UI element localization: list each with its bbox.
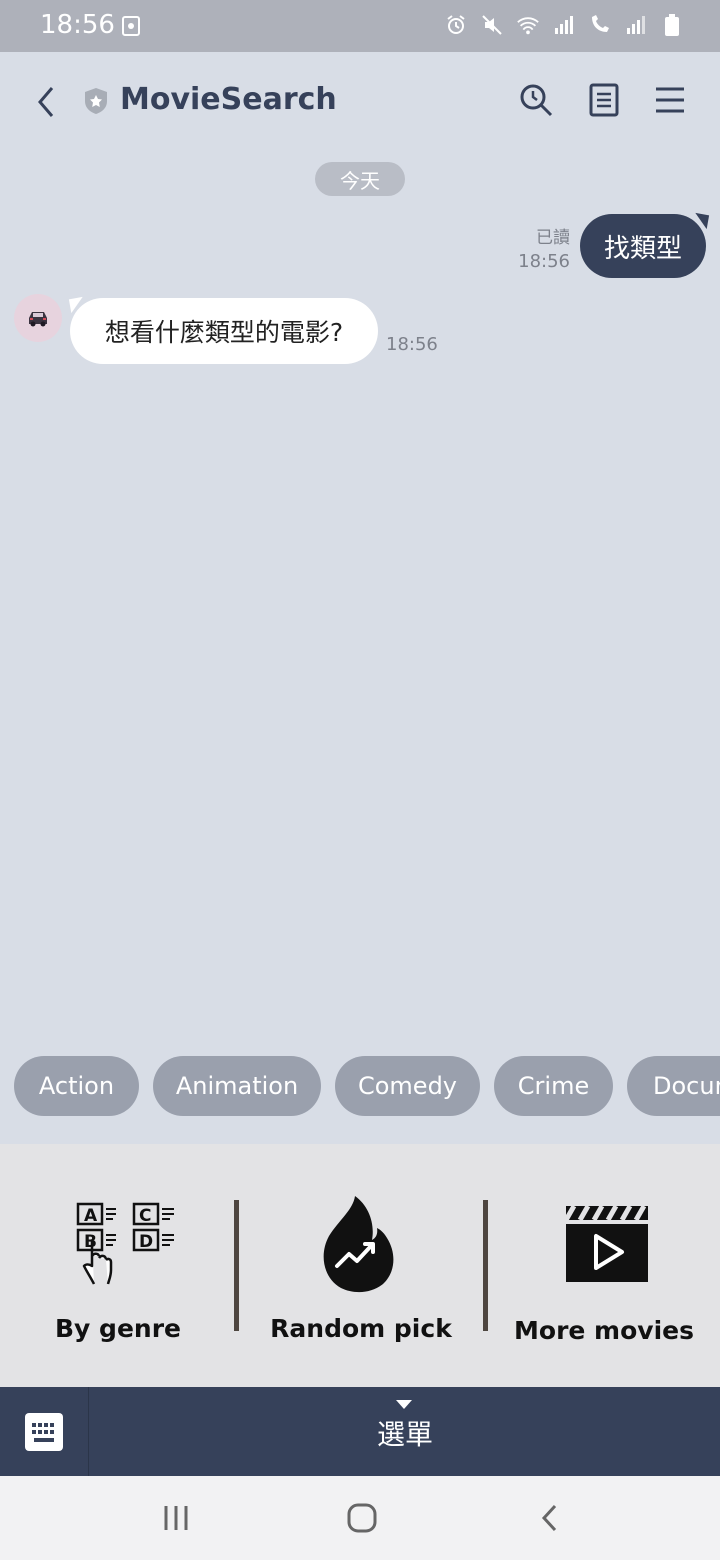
keyboard-button[interactable] [0,1387,89,1476]
date-divider: 今天 [315,162,405,196]
quick-reply-crime[interactable]: Crime [494,1056,613,1116]
recent-apps-icon [164,1506,188,1530]
battery-icon [660,12,684,38]
quick-reply-animation[interactable]: Animation [153,1056,321,1116]
bot-avatar[interactable] [14,294,62,342]
alarm-icon [444,12,468,38]
rich-menu-by-genre[interactable]: A C B D By genre [0,1144,236,1387]
svg-text:B: B [84,1232,97,1252]
menu-button[interactable] [650,80,690,120]
signal-icon [552,12,576,38]
chat-title: MovieSearch [120,82,337,117]
clapperboard-play-icon [564,1204,648,1282]
back-icon [541,1504,557,1532]
rich-menu: A C B D By genre Random pick More movies [0,1144,720,1387]
hamburger-icon [656,87,684,113]
note-icon [589,83,619,117]
recent-apps-button[interactable] [154,1498,198,1538]
quick-reply-action[interactable]: Action [14,1056,139,1116]
system-back-button[interactable] [528,1498,572,1538]
quick-reply-comedy[interactable]: Comedy [335,1056,480,1116]
genre-letter-grid-icon: A C B D [76,1202,174,1285]
menu-toggle-button[interactable]: 選單 [330,1413,480,1453]
chevron-left-icon [38,87,54,117]
search-icon [520,84,553,117]
read-receipt: 已讀 [536,228,570,248]
svg-text:D: D [139,1232,153,1252]
status-icons [444,12,684,38]
chat-header: MovieSearch [0,52,720,152]
status-bar: 18:56 [0,0,720,52]
svg-text:A: A [84,1206,98,1226]
car-icon [29,312,47,327]
outgoing-message[interactable]: 找類型 [580,214,706,278]
system-nav-bar [0,1476,720,1560]
menu-bar: 選單 [0,1387,720,1476]
rich-menu-random-pick[interactable]: Random pick [239,1144,483,1387]
wifi-icon [516,12,540,38]
mute-icon [480,12,504,38]
notification-icon [122,16,140,36]
incoming-time: 18:56 [386,334,438,355]
back-button[interactable] [28,82,64,122]
home-button[interactable] [340,1498,384,1538]
keyboard-icon [25,1412,63,1451]
flame-trend-icon [323,1196,394,1293]
incoming-message[interactable]: 想看什麼類型的電影? [70,298,378,364]
outgoing-meta: 已讀 18:56 [518,226,570,274]
search-button[interactable] [516,80,556,120]
rich-menu-label: Random pick [270,1314,452,1343]
rich-menu-label: More movies [514,1316,694,1345]
svg-text:C: C [139,1206,151,1226]
quick-reply-documentary[interactable]: Documentary [627,1056,720,1116]
rich-menu-label: By genre [55,1314,181,1343]
outgoing-time: 18:56 [518,251,570,272]
wifi-call-icon [588,12,612,38]
caret-down-icon [396,1400,412,1409]
signal-2-icon [624,12,648,38]
quick-reply-bar: Action Animation Comedy Crime Documentar… [0,1056,720,1116]
status-time: 18:56 [40,10,115,40]
notes-button[interactable] [584,80,624,120]
official-account-badge-icon [82,86,110,116]
rich-menu-more-movies[interactable]: More movies [488,1144,720,1387]
home-icon [347,1503,377,1533]
